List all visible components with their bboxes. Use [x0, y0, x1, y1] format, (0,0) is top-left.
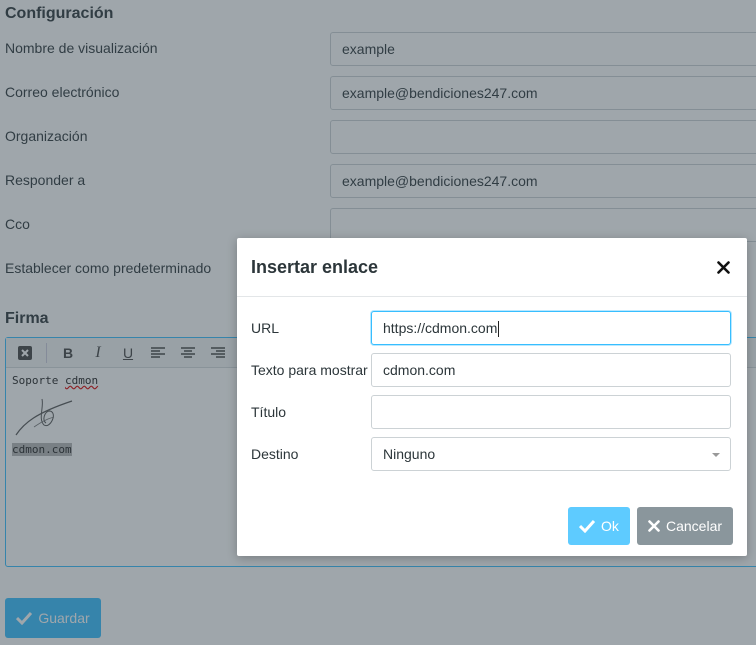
title-row: Título [251, 395, 731, 429]
close-icon[interactable] [713, 257, 733, 277]
url-value: https://cdmon.com [383, 320, 498, 336]
text-row: Texto para mostrar cdmon.com [251, 353, 731, 387]
target-select[interactable]: Ninguno [371, 437, 731, 471]
chevron-down-icon [712, 453, 720, 457]
ok-button[interactable]: Ok [568, 507, 630, 545]
dialog-title: Insertar enlace [251, 256, 379, 277]
title-input[interactable] [371, 395, 731, 429]
text-label: Texto para mostrar [251, 362, 368, 378]
url-label: URL [251, 320, 280, 336]
text-caret [498, 321, 500, 338]
close-icon [648, 520, 660, 532]
target-row: Destino Ninguno [251, 437, 731, 471]
title-label: Título [251, 404, 287, 420]
check-icon [579, 519, 596, 533]
text-input[interactable]: cdmon.com [371, 353, 731, 387]
url-input[interactable]: https://cdmon.com [371, 311, 731, 345]
target-value: Ninguno [383, 446, 436, 462]
cancel-button[interactable]: Cancelar [637, 507, 733, 545]
target-label: Destino [251, 446, 299, 462]
cancel-button-label: Cancelar [665, 518, 723, 534]
url-row: URL https://cdmon.com [251, 311, 731, 345]
ok-button-label: Ok [601, 518, 619, 534]
insert-link-dialog: Insertar enlace URL https://cdmon.com Te… [237, 238, 747, 556]
dialog-header: Insertar enlace [237, 238, 747, 297]
